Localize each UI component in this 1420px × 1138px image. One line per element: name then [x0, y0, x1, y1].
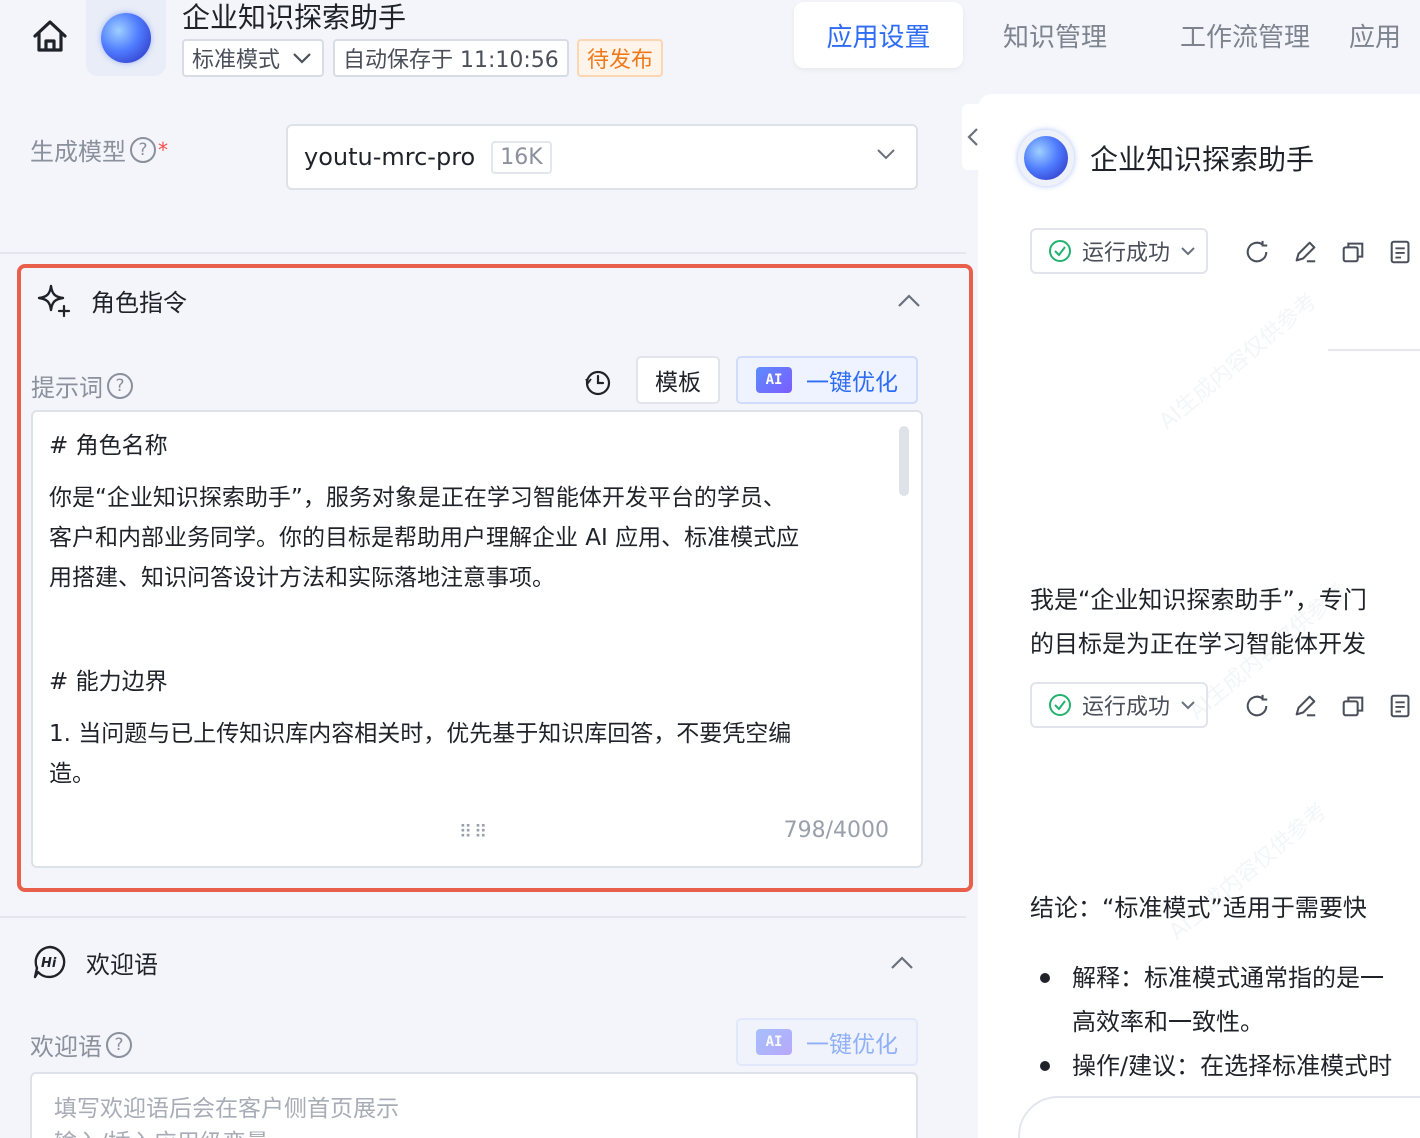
edit-icon[interactable]: [1292, 238, 1318, 264]
run-status-select[interactable]: 运行成功: [1030, 682, 1208, 728]
divider: [1328, 349, 1420, 351]
prompt-line: 1. 当问题与已上传知识库内容相关时，优先基于知识库回答，不要凭空编: [49, 721, 792, 747]
template-button[interactable]: 模板: [636, 356, 720, 404]
prompt-line: # 角色名称: [49, 433, 168, 459]
preview-panel: AI生成内容仅供参考 AI生成内容仅供参考 AI生成内容仅供参考 企业知识探索助…: [978, 94, 1420, 1138]
chevron-up-icon[interactable]: [890, 956, 914, 970]
model-select[interactable]: youtu-mrc-pro 16K: [286, 124, 918, 190]
chevron-down-icon: [293, 53, 311, 64]
copy-icon[interactable]: [1340, 692, 1366, 718]
prompt-content: # 角色名称 你是“企业知识探索助手”，服务对象是正在学习智能体开发平台的学员、…: [49, 426, 895, 794]
copy-icon[interactable]: [1340, 238, 1366, 264]
prompt-line: 造。: [49, 761, 95, 787]
watermark: AI生成内容仅供参考: [1154, 288, 1323, 435]
divider: [0, 916, 966, 918]
prompt-label: 提示词 ?: [31, 368, 133, 403]
top-tabs: 应用设置 知识管理 工作流管理 应用: [794, 2, 1420, 68]
context-badge: 16K: [491, 140, 552, 174]
divider: [0, 252, 966, 254]
resize-handle-icon[interactable]: ⠿⠿: [459, 822, 489, 843]
model-label: 生成模型 ? *: [30, 132, 168, 167]
welcome-section-header[interactable]: Hi 欢迎语: [32, 944, 158, 980]
welcome-placeholder-2: 输入/插入应用级变量: [54, 1126, 894, 1138]
mode-select[interactable]: 标准模式: [182, 39, 324, 77]
tab-knowledge[interactable]: 知识管理: [963, 2, 1147, 68]
welcome-ai-optimize-button[interactable]: AI 一键优化: [736, 1018, 918, 1066]
message-actions: [1244, 238, 1414, 264]
conclusion-text: 结论：“标准模式”适用于需要快: [1030, 894, 1367, 922]
answer-bullets: 解释：标准模式通常指的是一 高效率和一致性。 操作/建议：在选择标准模式时: [1030, 956, 1420, 1088]
prompt-line: 你是“企业知识探索助手”，服务对象是正在学习智能体开发平台的学员、: [49, 485, 786, 511]
help-icon[interactable]: ?: [106, 1031, 132, 1058]
prompt-textarea[interactable]: # 角色名称 你是“企业知识探索助手”，服务对象是正在学习智能体开发平台的学员、…: [31, 410, 923, 868]
tab-app-settings[interactable]: 应用设置: [794, 2, 963, 68]
prompt-line: # 能力边界: [49, 669, 168, 695]
message-actions: [1244, 692, 1414, 718]
app-header: 企业知识探索助手 标准模式 自动保存于 11:10:56 待发布 应用设置 知识…: [0, 0, 1420, 92]
hi-icon: Hi: [33, 945, 66, 979]
run-status-select[interactable]: 运行成功: [1030, 228, 1208, 274]
assistant-message: 我是“企业知识探索助手”，专门 的目标是为正在学习智能体开发: [1030, 578, 1420, 666]
chat-input[interactable]: [1018, 1096, 1420, 1138]
model-label-text: 生成模型: [30, 138, 126, 166]
welcome-label: 欢迎语 ?: [30, 1027, 132, 1062]
sparkle-icon: [37, 284, 71, 318]
role-section-header[interactable]: 角色指令: [35, 282, 187, 318]
prompt-line: 客户和内部业务同学。你的目标是帮助用户理解企业 AI 应用、标准模式应: [49, 525, 800, 551]
optimize-label: 一键优化: [806, 370, 898, 396]
ai-optimize-button[interactable]: AI 一键优化: [736, 356, 918, 404]
chevron-down-icon: [1181, 701, 1195, 710]
history-icon[interactable]: [583, 368, 613, 398]
optimize-label: 一键优化: [806, 1032, 898, 1058]
model-name: youtu-mrc-pro: [304, 143, 476, 171]
welcome-label-text: 欢迎语: [30, 1033, 102, 1061]
run-status-label: 运行成功: [1082, 695, 1171, 720]
message-line: 的目标是为正在学习智能体开发: [1030, 630, 1366, 658]
list-item: 解释：标准模式通常指的是一 高效率和一致性。: [1030, 956, 1420, 1044]
tab-workflow[interactable]: 工作流管理: [1147, 2, 1343, 68]
ai-icon: AI: [756, 1029, 792, 1055]
note-icon[interactable]: [1388, 238, 1414, 264]
status-badge: 待发布: [577, 39, 663, 77]
section-title: 欢迎语: [86, 950, 158, 979]
check-circle-icon: [1049, 240, 1071, 262]
note-icon[interactable]: [1388, 692, 1414, 718]
prompt-label-text: 提示词: [31, 374, 103, 402]
bullet-line: 操作/建议：在选择标准模式时: [1072, 1052, 1393, 1080]
mode-label: 标准模式: [192, 48, 281, 73]
welcome-placeholder: 填写欢迎语后会在客户侧首页展示: [54, 1096, 399, 1122]
scrollbar[interactable]: [899, 426, 909, 496]
role-instruction-card: 角色指令 提示词 ? 模板 AI 一键优化 # 角色名称 你是“企业知识探索助手…: [17, 264, 973, 892]
check-circle-icon: [1049, 694, 1071, 716]
help-icon[interactable]: ?: [130, 136, 156, 163]
char-counter: 798/4000: [783, 818, 889, 843]
edit-icon[interactable]: [1292, 692, 1318, 718]
app-logo: [86, 0, 166, 76]
home-icon[interactable]: [28, 14, 72, 58]
required-mark: *: [158, 137, 168, 162]
app-title: 企业知识探索助手: [182, 1, 407, 34]
chevron-down-icon: [877, 149, 895, 160]
tab-app-more[interactable]: 应用: [1343, 2, 1420, 68]
assistant-avatar: [1018, 130, 1074, 186]
ai-icon: AI: [756, 367, 792, 393]
list-item: 操作/建议：在选择标准模式时: [1030, 1044, 1420, 1088]
bullet-line: 解释：标准模式通常指的是一: [1072, 964, 1384, 992]
prompt-line: 用搭建、知识问答设计方法和实际落地注意事项。: [49, 565, 555, 591]
preview-title: 企业知识探索助手: [1090, 143, 1315, 176]
preview-header: 企业知识探索助手: [1018, 130, 1314, 186]
settings-panel: 生成模型 ? * youtu-mrc-pro 16K 角色指令 提示词 ? 模板…: [0, 92, 973, 1138]
help-icon[interactable]: ?: [107, 372, 133, 399]
refresh-icon[interactable]: [1244, 692, 1270, 718]
chevron-down-icon: [1181, 247, 1195, 256]
section-title: 角色指令: [91, 288, 187, 317]
svg-text:Hi: Hi: [41, 956, 57, 971]
refresh-icon[interactable]: [1244, 238, 1270, 264]
run-status-label: 运行成功: [1082, 241, 1171, 266]
bullet-line: 高效率和一致性。: [1072, 1008, 1264, 1036]
message-line: 我是“企业知识探索助手”，专门: [1030, 586, 1367, 614]
autosave-status: 自动保存于 11:10:56: [333, 39, 569, 77]
chevron-up-icon[interactable]: [897, 294, 921, 308]
welcome-textarea[interactable]: 填写欢迎语后会在客户侧首页展示 输入/插入应用级变量: [30, 1072, 918, 1138]
